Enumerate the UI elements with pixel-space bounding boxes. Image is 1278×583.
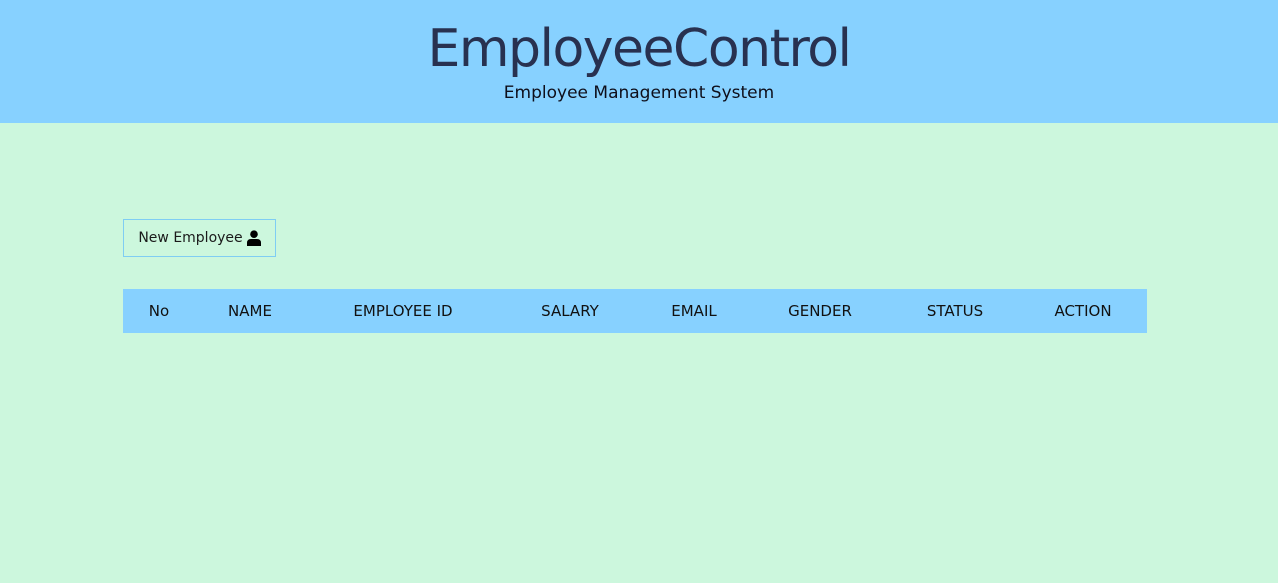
new-employee-button[interactable]: New Employee: [123, 219, 276, 257]
column-header-employee-id[interactable]: EMPLOYEE ID: [305, 289, 501, 333]
column-header-gender[interactable]: GENDER: [749, 289, 891, 333]
column-header-action[interactable]: ACTION: [1019, 289, 1147, 333]
app-subtitle: Employee Management System: [503, 83, 775, 103]
column-header-name[interactable]: NAME: [195, 289, 305, 333]
app-header: EmployeeControl Employee Management Syst…: [0, 0, 1278, 123]
column-header-salary[interactable]: SALARY: [501, 289, 639, 333]
table-header-row: No NAME EMPLOYEE ID SALARY EMAIL GENDER …: [123, 289, 1147, 333]
app-title: EmployeeControl: [427, 19, 852, 79]
column-header-status[interactable]: STATUS: [891, 289, 1019, 333]
column-header-no[interactable]: No: [123, 289, 195, 333]
main-content: New Employee No NAME EMPLOYEE ID SALARY: [0, 123, 1278, 583]
employee-table: No NAME EMPLOYEE ID SALARY EMAIL GENDER …: [123, 289, 1147, 333]
user-icon: [246, 230, 261, 246]
column-header-email[interactable]: EMAIL: [639, 289, 749, 333]
new-employee-label: New Employee: [138, 230, 243, 246]
